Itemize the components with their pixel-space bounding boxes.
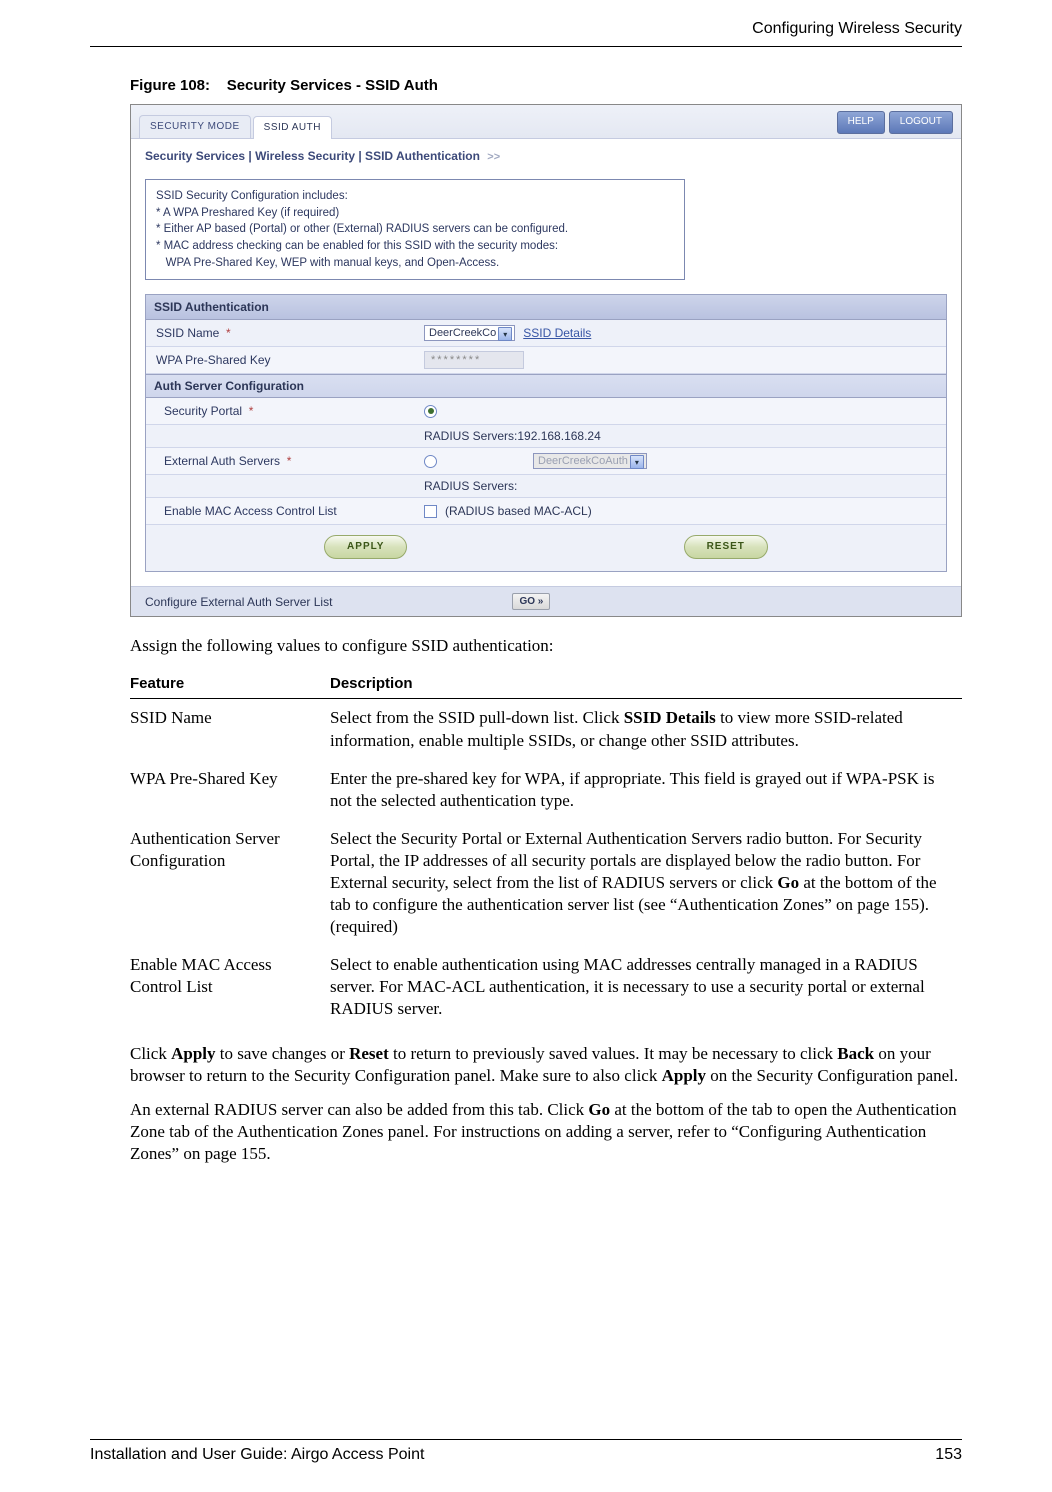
screenshot-topbar: SECURITY MODE SSID AUTH HELP LOGOUT [131, 105, 961, 139]
apply-button[interactable]: APPLY [324, 535, 407, 559]
ssid-name-label: SSID Name [156, 326, 219, 340]
table-row: Authentication Server Configuration Sele… [130, 820, 962, 946]
radius-servers-line: RADIUS Servers:192.168.168.24 [416, 425, 946, 447]
figure-caption: Figure 108: Security Services - SSID Aut… [130, 77, 962, 94]
info-line: * Either AP based (Portal) or other (Ext… [156, 221, 674, 238]
mac-acl-checkbox[interactable] [424, 505, 437, 518]
page-header: Configuring Wireless Security [90, 20, 962, 47]
description-col-header: Description [330, 669, 962, 699]
security-portal-label: Security Portal [164, 404, 242, 418]
required-icon: * [249, 404, 254, 418]
body-paragraph: Click Apply to save changes or Reset to … [130, 1043, 962, 1087]
footer-title: Installation and User Guide: Airgo Acces… [90, 1446, 424, 1464]
tab-ssid-auth[interactable]: SSID AUTH [253, 116, 332, 139]
info-line: WPA Pre-Shared Key, WEP with manual keys… [156, 255, 674, 272]
breadcrumb-text: Security Services | Wireless Security | … [145, 149, 480, 163]
table-row: Enable MAC Access Control List Select to… [130, 946, 962, 1028]
info-box: SSID Security Configuration includes: * … [145, 179, 685, 280]
reset-button[interactable]: RESET [684, 535, 768, 559]
external-auth-label: External Auth Servers [164, 454, 280, 468]
mac-acl-label: Enable MAC Access Control List [146, 498, 416, 524]
body-paragraph: An external RADIUS server can also be ad… [130, 1099, 962, 1165]
feature-cell: WPA Pre-Shared Key [130, 760, 330, 820]
info-line: SSID Security Configuration includes: [156, 188, 674, 205]
breadcrumb-arrows-icon: >> [487, 151, 500, 163]
feature-col-header: Feature [130, 669, 330, 699]
external-auth-value: DeerCreekCoAuth [538, 455, 628, 467]
required-icon: * [226, 326, 231, 340]
page-footer: Installation and User Guide: Airgo Acces… [90, 1439, 962, 1464]
ssid-name-value: DeerCreekCo [429, 327, 496, 339]
feature-cell: SSID Name [130, 699, 330, 760]
chevron-down-icon: ▾ [498, 327, 512, 341]
external-auth-radio[interactable] [424, 455, 437, 468]
radio-dot-icon [428, 408, 434, 414]
radius-servers-line: RADIUS Servers: [416, 475, 946, 497]
figure-title: Security Services - SSID Auth [227, 77, 438, 94]
ssid-auth-panel: SSID Authentication SSID Name * DeerCree… [145, 294, 947, 572]
info-line: * A WPA Preshared Key (if required) [156, 205, 674, 222]
description-cell: Select the Security Portal or External A… [330, 820, 962, 946]
description-cell: Select to enable authentication using MA… [330, 946, 962, 1028]
table-row: WPA Pre-Shared Key Enter the pre-shared … [130, 760, 962, 820]
breadcrumb: Security Services | Wireless Security | … [131, 139, 961, 169]
description-cell: Select from the SSID pull-down list. Cli… [330, 699, 962, 760]
external-auth-select[interactable]: DeerCreekCoAuth ▾ [533, 453, 647, 469]
mac-acl-note: (RADIUS based MAC-ACL) [445, 504, 592, 518]
configure-ext-auth-label: Configure External Auth Server List [145, 595, 332, 609]
tab-security-mode[interactable]: SECURITY MODE [139, 115, 251, 138]
description-cell: Enter the pre-shared key for WPA, if app… [330, 760, 962, 820]
panel-header: SSID Authentication [146, 295, 946, 320]
wpa-psk-input[interactable]: ******** [424, 351, 524, 369]
ssid-details-link[interactable]: SSID Details [523, 326, 591, 340]
intro-paragraph: Assign the following values to configure… [130, 635, 962, 657]
feature-cell: Enable MAC Access Control List [130, 946, 330, 1028]
ssid-name-select[interactable]: DeerCreekCo ▾ [424, 325, 515, 341]
auth-server-header: Auth Server Configuration [146, 374, 946, 398]
security-portal-radio[interactable] [424, 405, 437, 418]
table-row: SSID Name Select from the SSID pull-down… [130, 699, 962, 760]
feature-table: Feature Description SSID Name Select fro… [130, 669, 962, 1028]
required-icon: * [287, 454, 292, 468]
go-button[interactable]: GO » [512, 593, 550, 610]
logout-button[interactable]: LOGOUT [889, 111, 953, 134]
figure-number: Figure 108: [130, 77, 210, 94]
chevron-down-icon: ▾ [630, 455, 644, 469]
feature-cell: Authentication Server Configuration [130, 820, 330, 946]
screenshot-panel: SECURITY MODE SSID AUTH HELP LOGOUT Secu… [130, 104, 962, 617]
wpa-psk-label: WPA Pre-Shared Key [146, 347, 416, 373]
page-number: 153 [935, 1446, 962, 1464]
help-button[interactable]: HELP [837, 111, 885, 134]
info-line: * MAC address checking can be enabled fo… [156, 238, 674, 255]
